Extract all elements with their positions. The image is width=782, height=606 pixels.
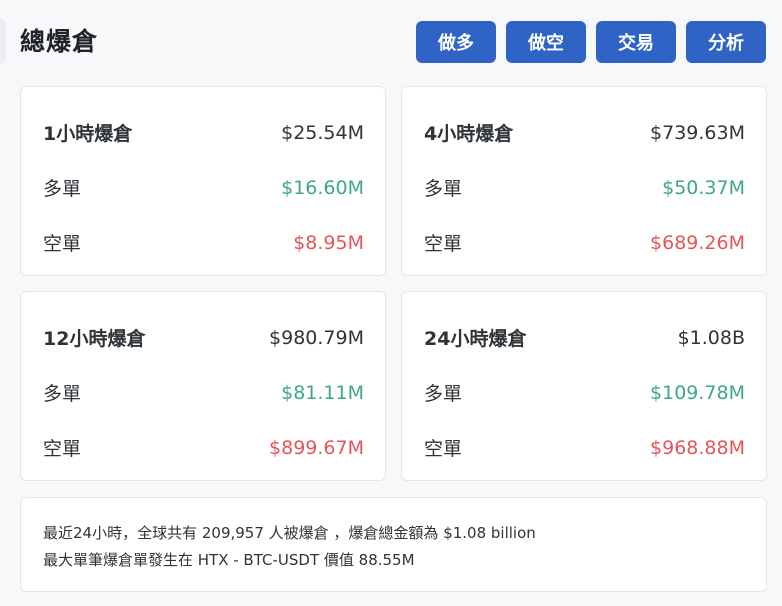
short-row: 空單 $968.88M bbox=[424, 420, 745, 475]
card-title: 1小時爆倉 bbox=[43, 123, 133, 145]
summary-line-1: 最近24小時，全球共有 209,957 人被爆倉 ，爆倉總金額為 $1.08 b… bbox=[43, 524, 536, 542]
card-header-row: 1小時爆倉 $25.54M bbox=[43, 105, 364, 160]
short-label: 空單 bbox=[424, 233, 463, 255]
long-label: 多單 bbox=[43, 383, 82, 405]
long-label: 多單 bbox=[424, 178, 463, 200]
trade-button[interactable]: 交易 bbox=[596, 21, 676, 63]
action-buttons: 做多 做空 交易 分析 bbox=[416, 21, 766, 63]
card-title: 4小時爆倉 bbox=[424, 123, 514, 145]
short-row: 空單 $689.26M bbox=[424, 215, 745, 270]
page-title: 總爆倉 bbox=[20, 27, 99, 56]
card-title: 12小時爆倉 bbox=[43, 328, 146, 350]
short-value: $8.95M bbox=[293, 231, 364, 254]
long-value: $50.37M bbox=[662, 176, 745, 199]
card-title: 24小時爆倉 bbox=[424, 328, 527, 350]
short-value: $689.26M bbox=[650, 231, 745, 254]
short-label: 空單 bbox=[43, 438, 82, 460]
long-value: $16.60M bbox=[281, 176, 364, 199]
short-row: 空單 $8.95M bbox=[43, 215, 364, 270]
summary-line-2: 最大單筆爆倉單發生在 HTX - BTC-USDT 價值 88.55M bbox=[43, 551, 415, 569]
card-total: $25.54M bbox=[281, 121, 364, 144]
long-value: $81.11M bbox=[281, 381, 364, 404]
short-label: 空單 bbox=[424, 438, 463, 460]
long-row: 多單 $16.60M bbox=[43, 160, 364, 215]
card-total: $1.08B bbox=[677, 326, 745, 349]
long-label: 多單 bbox=[424, 383, 463, 405]
liquidation-card-1h: 1小時爆倉 $25.54M 多單 $16.60M 空單 $8.95M bbox=[20, 86, 386, 276]
card-header-row: 24小時爆倉 $1.08B bbox=[424, 310, 745, 365]
liquidation-panel: 總爆倉 做多 做空 交易 分析 1小時爆倉 $25.54M 多單 $16.60M… bbox=[0, 0, 782, 606]
short-button[interactable]: 做空 bbox=[506, 21, 586, 63]
long-button[interactable]: 做多 bbox=[416, 21, 496, 63]
long-label: 多單 bbox=[43, 178, 82, 200]
long-value: $109.78M bbox=[650, 381, 745, 404]
liquidation-card-12h: 12小時爆倉 $980.79M 多單 $81.11M 空單 $899.67M bbox=[20, 291, 386, 481]
card-header-row: 4小時爆倉 $739.63M bbox=[424, 105, 745, 160]
short-value: $899.67M bbox=[269, 436, 364, 459]
left-edge-tab bbox=[0, 18, 6, 64]
card-total: $739.63M bbox=[650, 121, 745, 144]
long-row: 多單 $81.11M bbox=[43, 365, 364, 420]
analysis-button[interactable]: 分析 bbox=[686, 21, 766, 63]
liquidation-card-24h: 24小時爆倉 $1.08B 多單 $109.78M 空單 $968.88M bbox=[401, 291, 767, 481]
card-total: $980.79M bbox=[269, 326, 364, 349]
short-label: 空單 bbox=[43, 233, 82, 255]
short-row: 空單 $899.67M bbox=[43, 420, 364, 475]
liquidation-card-4h: 4小時爆倉 $739.63M 多單 $50.37M 空單 $689.26M bbox=[401, 86, 767, 276]
long-row: 多單 $109.78M bbox=[424, 365, 745, 420]
long-row: 多單 $50.37M bbox=[424, 160, 745, 215]
liquidation-grid: 1小時爆倉 $25.54M 多單 $16.60M 空單 $8.95M 4小時爆倉… bbox=[20, 86, 767, 481]
card-header-row: 12小時爆倉 $980.79M bbox=[43, 310, 364, 365]
short-value: $968.88M bbox=[650, 436, 745, 459]
summary-panel: 最近24小時，全球共有 209,957 人被爆倉 ，爆倉總金額為 $1.08 b… bbox=[20, 497, 767, 592]
